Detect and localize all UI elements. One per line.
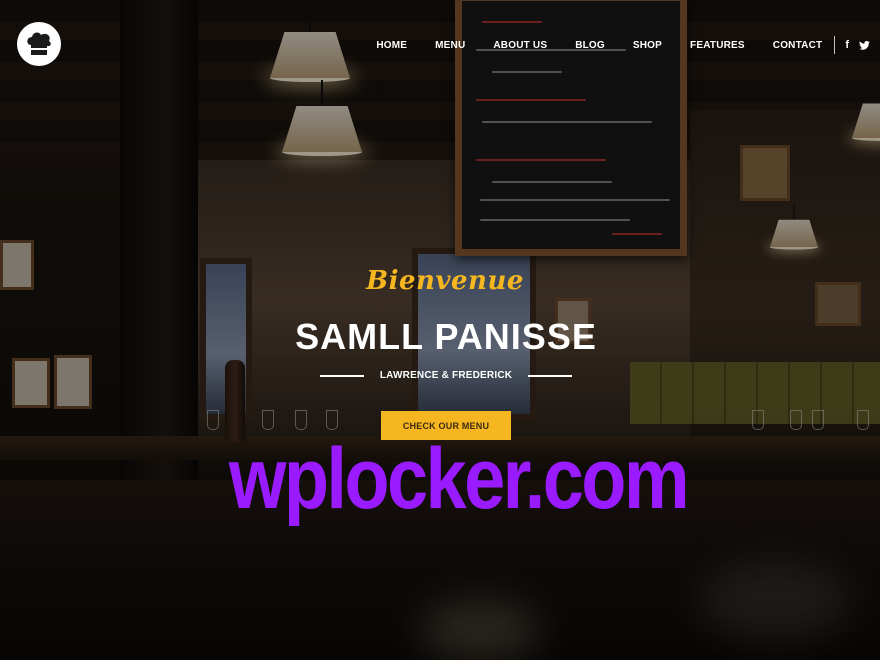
nav-menu[interactable]: MENU [435,40,465,51]
hero-welcome-script: Bienvenue [366,266,524,296]
facebook-icon[interactable]: f [845,39,849,51]
hero-title: SAMLL PANISSE [295,316,597,357]
nav-features[interactable]: FEATURES [690,40,745,51]
nav-divider [834,36,836,54]
twitter-bird-shape [859,40,870,50]
divider-line-right [528,374,573,377]
nav-shop[interactable]: SHOP [633,40,662,51]
main-navigation: HOME MENU ABOUT US BLOG SHOP FEATURES CO… [376,36,880,54]
nav-contact[interactable]: CONTACT [773,40,823,51]
nav-blog[interactable]: BLOG [575,40,605,51]
logo-chef-hat-icon[interactable] [17,22,61,66]
chef-hat-icon [27,32,51,55]
nav-about-us[interactable]: ABOUT US [493,40,547,51]
divider-line-left [319,374,364,377]
hero-subtitle: LAWRENCE & FREDERICK [0,370,880,381]
watermark-text: wplocker.com [228,431,690,527]
hero-subtitle-text: LAWRENCE & FREDERICK [379,370,513,381]
twitter-icon[interactable] [859,40,870,50]
nav-home[interactable]: HOME [376,40,407,51]
